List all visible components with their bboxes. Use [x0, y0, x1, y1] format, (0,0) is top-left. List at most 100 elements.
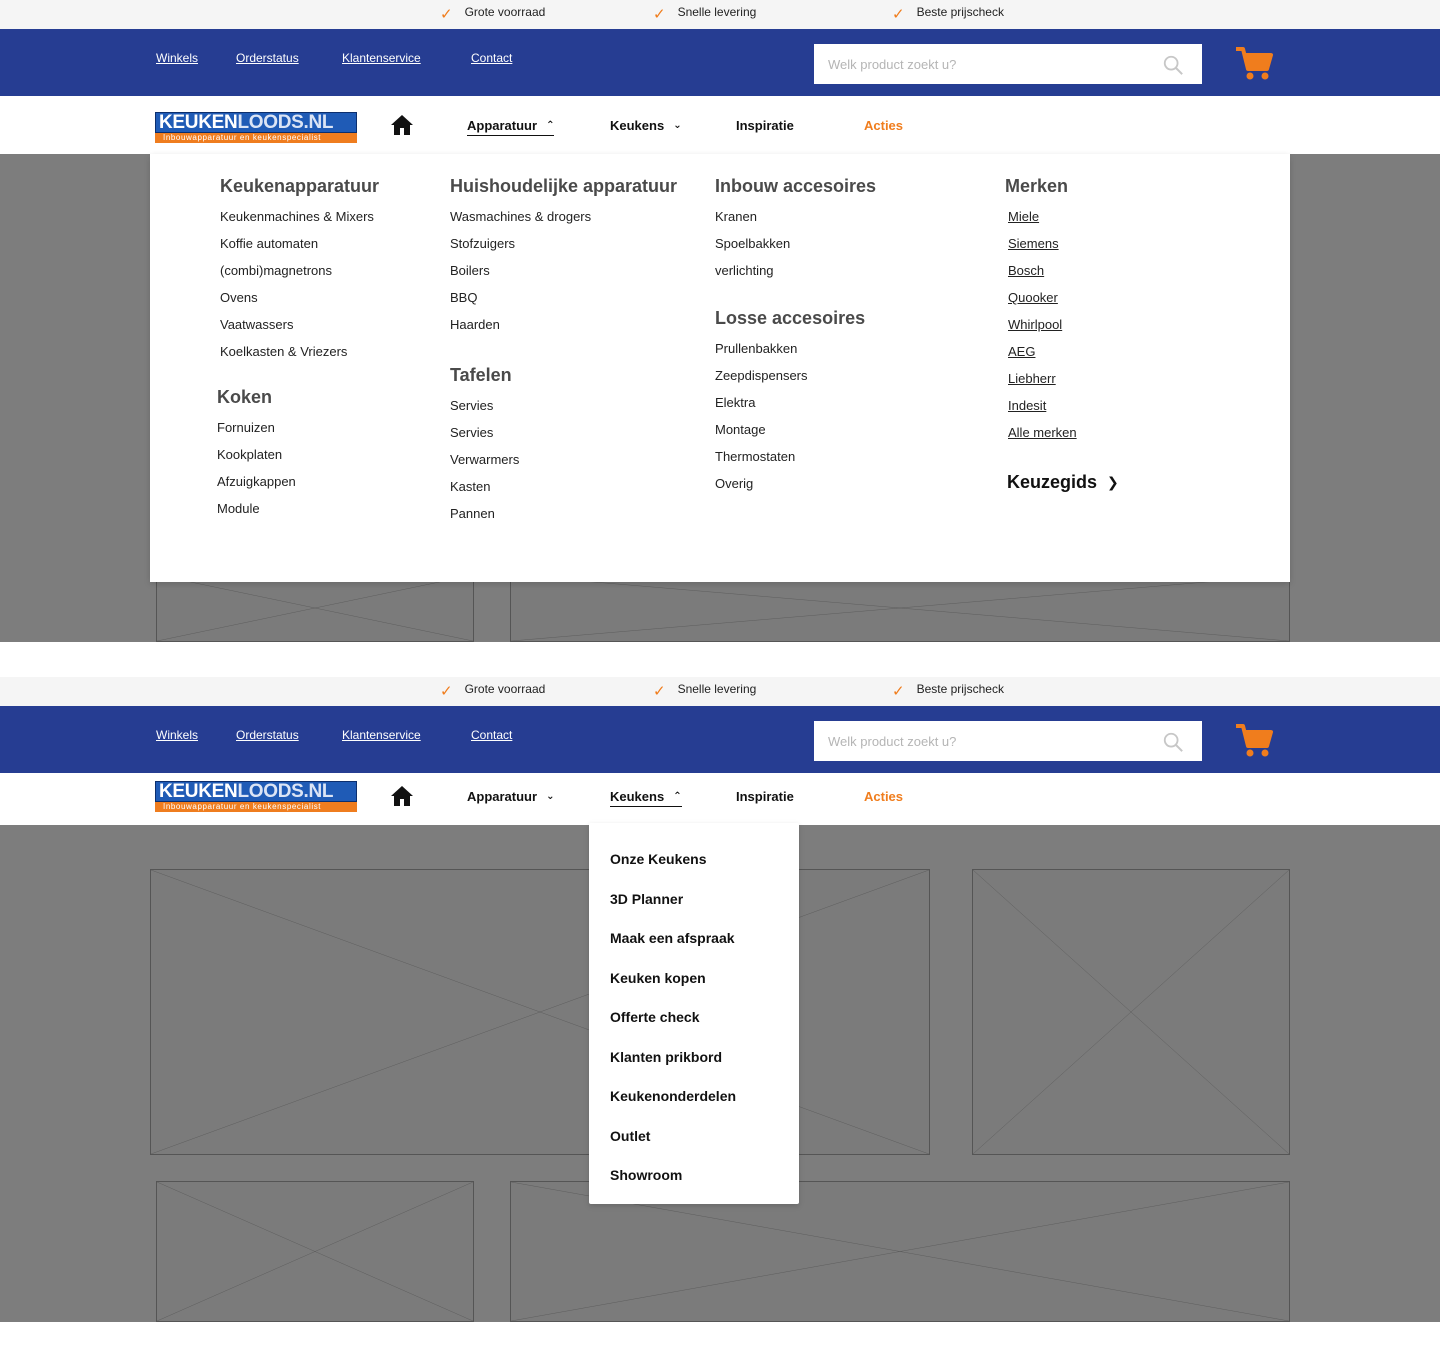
brand-link[interactable]: AEG: [1008, 344, 1077, 371]
menu-link[interactable]: Thermostaten: [715, 449, 865, 476]
menu-column-tafelen: Tafelen Servies Servies Verwarmers Kaste…: [450, 365, 519, 533]
dropdown-item[interactable]: Keukenonderdelen: [610, 1088, 799, 1128]
link-orderstatus[interactable]: Orderstatus: [236, 51, 299, 65]
usp-item: ✓ Snelle levering: [653, 682, 757, 700]
link-contact[interactable]: Contact: [471, 728, 512, 742]
link-winkels[interactable]: Winkels: [156, 728, 198, 742]
link-orderstatus[interactable]: Orderstatus: [236, 728, 299, 742]
chevron-right-icon: ❯: [1107, 474, 1119, 490]
menu-link[interactable]: Pannen: [450, 506, 519, 533]
keuzegids-link[interactable]: Keuzegids ❯: [1007, 472, 1119, 493]
menu-column-merken: Merken Miele Siemens Bosch Quooker Whirl…: [1005, 176, 1077, 452]
usp-item: ✓ Snelle levering: [653, 5, 757, 23]
logo[interactable]: KEUKEN LOODS.NL Inbouwapparatuur en keuke…: [155, 781, 357, 813]
column-title[interactable]: Tafelen: [450, 365, 519, 386]
menu-column-koken: Koken Fornuizen Kookplaten Afzuigkappen …: [217, 387, 296, 528]
menu-link[interactable]: Vaatwassers: [220, 317, 379, 344]
nav-inspiratie[interactable]: Inspiratie: [736, 118, 794, 133]
menu-link[interactable]: Elektra: [715, 395, 865, 422]
menu-link[interactable]: Keukenmachines & Mixers: [220, 209, 379, 236]
chevron-up-icon: ⌃: [673, 791, 682, 802]
dropdown-item[interactable]: Showroom: [610, 1167, 799, 1207]
main-nav: KEUKEN LOODS.NL Inbouwapparatuur en keuke…: [0, 96, 1440, 154]
dropdown-item[interactable]: Klanten prikbord: [610, 1049, 799, 1089]
nav-keukens[interactable]: Keukens ⌄: [610, 118, 682, 133]
search-input[interactable]: [814, 721, 1134, 761]
link-klantenservice[interactable]: Klantenservice: [342, 51, 421, 65]
column-title[interactable]: Huishoudelijke apparatuur: [450, 176, 677, 197]
brand-link[interactable]: Liebherr: [1008, 371, 1077, 398]
menu-link[interactable]: Kranen: [715, 209, 876, 236]
usp-bar: ✓ Grote voorraad ✓ Snelle levering ✓ Beste …: [0, 677, 1440, 706]
link-klantenservice[interactable]: Klantenservice: [342, 728, 421, 742]
column-title[interactable]: Inbouw accesoires: [715, 176, 876, 197]
menu-link[interactable]: Afzuigkappen: [217, 474, 296, 501]
menu-link[interactable]: Wasmachines & drogers: [450, 209, 677, 236]
menu-link[interactable]: Spoelbakken: [715, 236, 876, 263]
usp-item: ✓ Beste prijscheck: [892, 682, 1004, 700]
image-placeholder: [156, 574, 474, 642]
brand-link[interactable]: Whirlpool: [1008, 317, 1077, 344]
search-icon[interactable]: [1162, 54, 1184, 76]
nav-inspiratie[interactable]: Inspiratie: [736, 789, 794, 804]
dropdown-item[interactable]: 3D Planner: [610, 891, 799, 931]
brand-link[interactable]: Siemens: [1008, 236, 1077, 263]
menu-link[interactable]: Fornuizen: [217, 420, 296, 447]
brand-link[interactable]: Quooker: [1008, 290, 1077, 317]
menu-link[interactable]: Verwarmers: [450, 452, 519, 479]
link-winkels[interactable]: Winkels: [156, 51, 198, 65]
search-icon[interactable]: [1162, 731, 1184, 753]
menu-link[interactable]: BBQ: [450, 290, 677, 317]
menu-link[interactable]: Haarden: [450, 317, 677, 344]
nav-acties[interactable]: Acties: [864, 789, 903, 804]
column-title[interactable]: Losse accesoires: [715, 308, 865, 329]
nav-keukens[interactable]: Keukens ⌃: [610, 789, 682, 807]
cart-icon[interactable]: [1234, 45, 1274, 81]
column-title[interactable]: Koken: [217, 387, 296, 408]
brand-link[interactable]: Indesit: [1008, 398, 1077, 425]
menu-link[interactable]: Servies: [450, 425, 519, 452]
chevron-down-icon: ⌄: [546, 791, 555, 802]
home-icon[interactable]: [390, 785, 414, 807]
menu-link[interactable]: Kookplaten: [217, 447, 296, 474]
search-input[interactable]: [814, 44, 1134, 84]
nav-acties[interactable]: Acties: [864, 118, 903, 133]
usp-item: ✓ Grote voorraad: [440, 682, 546, 700]
link-contact[interactable]: Contact: [471, 51, 512, 65]
nav-apparatuur[interactable]: Apparatuur ⌃: [467, 118, 555, 136]
logo[interactable]: KEUKEN LOODS.NL Inbouwapparatuur en keuke…: [155, 112, 357, 144]
menu-link[interactable]: Koelkasten & Vriezers: [220, 344, 379, 371]
dropdown-item[interactable]: Keuken kopen: [610, 970, 799, 1010]
home-icon[interactable]: [390, 114, 414, 136]
menu-link[interactable]: Prullenbakken: [715, 341, 865, 368]
cart-icon[interactable]: [1234, 722, 1274, 758]
check-icon: ✓: [653, 6, 666, 23]
image-placeholder: [156, 1181, 474, 1322]
menu-link[interactable]: Overig: [715, 476, 865, 503]
menu-link[interactable]: Stofzuigers: [450, 236, 677, 263]
menu-link[interactable]: Module: [217, 501, 296, 528]
dropdown-item[interactable]: Maak een afspraak: [610, 930, 799, 970]
dropdown-item[interactable]: Onze Keukens: [610, 851, 799, 891]
image-placeholder: [510, 574, 1290, 642]
menu-link[interactable]: Koffie automaten: [220, 236, 379, 263]
menu-link[interactable]: Boilers: [450, 263, 677, 290]
menu-link[interactable]: Zeepdispensers: [715, 368, 865, 395]
menu-link[interactable]: verlichting: [715, 263, 876, 290]
menu-link[interactable]: Servies: [450, 398, 519, 425]
column-title[interactable]: Merken: [1005, 176, 1077, 197]
menu-link[interactable]: (combi)magnetrons: [220, 263, 379, 290]
menu-link[interactable]: Ovens: [220, 290, 379, 317]
menu-column-keukenapparatuur: Keukenapparatuur Keukenmachines & Mixers…: [220, 176, 379, 371]
brand-link[interactable]: Bosch: [1008, 263, 1077, 290]
menu-link[interactable]: Kasten: [450, 479, 519, 506]
usp-item: ✓ Beste prijscheck: [892, 5, 1004, 23]
dropdown-item[interactable]: Offerte check: [610, 1009, 799, 1049]
nav-apparatuur[interactable]: Apparatuur ⌄: [467, 789, 554, 804]
dropdown-item[interactable]: Outlet: [610, 1128, 799, 1168]
column-title[interactable]: Keukenapparatuur: [220, 176, 379, 197]
brand-link[interactable]: Miele: [1008, 209, 1077, 236]
menu-link[interactable]: Montage: [715, 422, 865, 449]
check-icon: ✓: [892, 6, 905, 23]
brand-link[interactable]: Alle merken: [1008, 425, 1077, 452]
